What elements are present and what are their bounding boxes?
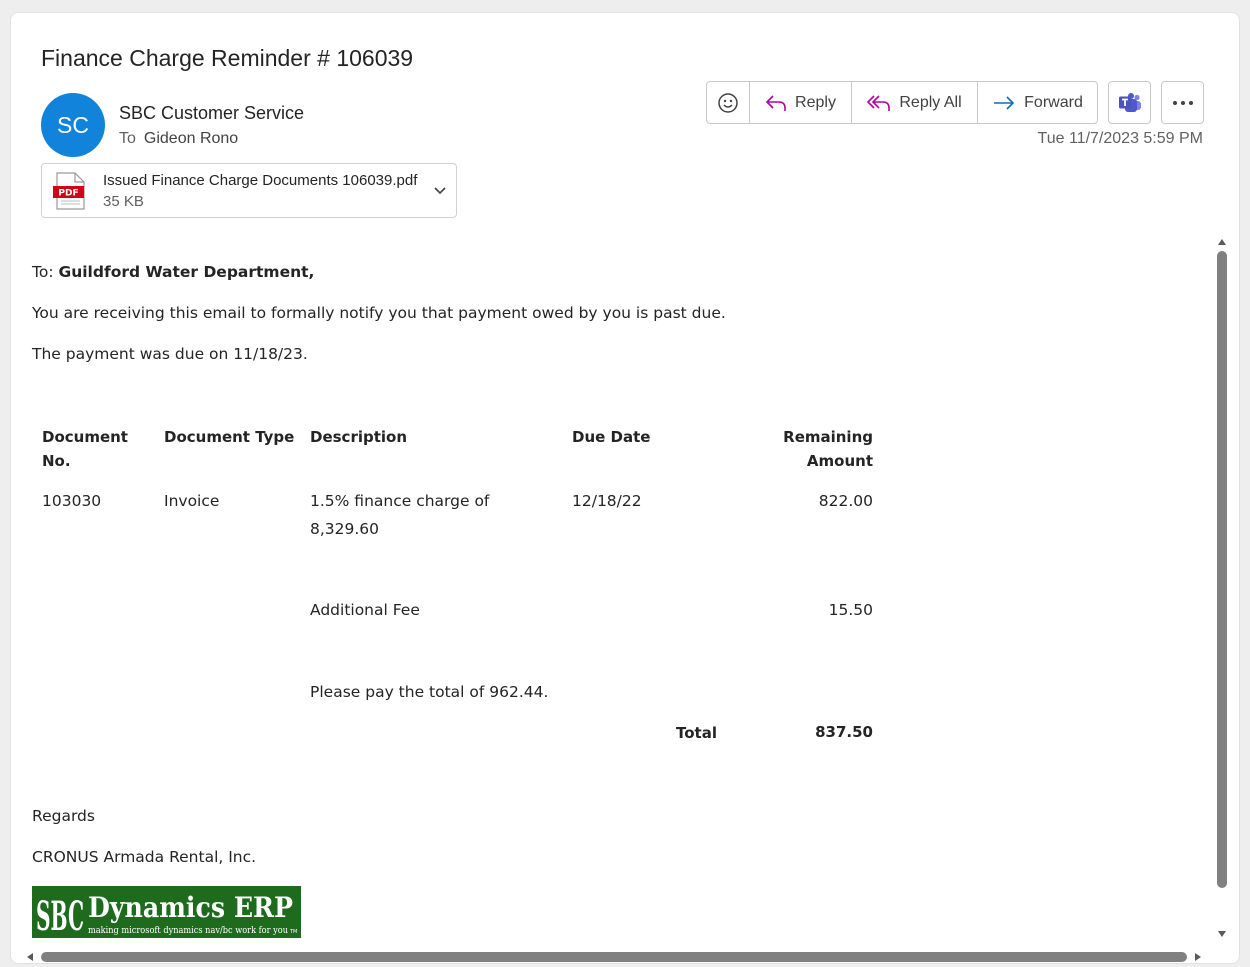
reply-all-label: Reply All (899, 93, 962, 111)
logo-tagline: making microsoft dynamics nav/bc work fo… (88, 926, 288, 936)
due-date-paragraph: The payment was due on 11/18/23. (32, 345, 308, 363)
email-subject: Finance Charge Reminder # 106039 (41, 45, 414, 71)
to-label: To (119, 130, 136, 147)
fee-description: Additional Fee (310, 601, 420, 619)
forward-button[interactable]: Forward (978, 82, 1097, 123)
cell-description: 1.5% finance charge of 8,329.60 (310, 487, 489, 543)
salutation: To: Guildford Water Department, (32, 263, 314, 281)
header-remaining-line1: Remaining (783, 428, 873, 446)
salutation-prefix: To: (32, 263, 59, 281)
notice-paragraph: You are receiving this email to formally… (32, 304, 726, 322)
reply-label: Reply (795, 93, 836, 111)
cell-document-no: 103030 (42, 492, 102, 510)
forward-label: Forward (1024, 93, 1083, 111)
sender-name[interactable]: SBC Customer Service (119, 103, 304, 124)
sender-avatar[interactable]: SC (41, 93, 105, 157)
attachment-file-size: 35 KB (103, 193, 144, 210)
forward-icon (994, 95, 1015, 110)
closing-regards: Regards (32, 807, 95, 825)
cell-remaining-amount: 822.00 (818, 492, 873, 510)
please-pay-line: Please pay the total of 962.44. (310, 683, 549, 701)
pdf-badge: PDF (58, 189, 78, 199)
logo-title: Dynamics ERP (88, 891, 293, 924)
reply-button[interactable]: Reply (750, 82, 852, 123)
vertical-scroll-thumb (1217, 251, 1227, 888)
header-remaining-amount: Remaining Amount (753, 425, 873, 473)
smiley-icon (718, 92, 738, 113)
scroll-left-arrow-icon (27, 953, 33, 961)
cell-document-type: Invoice (164, 492, 220, 510)
company-name: CRONUS Armada Rental, Inc. (32, 848, 257, 866)
reply-all-button[interactable]: Reply All (852, 82, 978, 123)
total-value: 837.50 (815, 723, 873, 741)
reaction-button[interactable] (707, 82, 750, 123)
logo-trademark: TM (289, 929, 297, 935)
scroll-up-arrow-icon (1218, 239, 1226, 245)
reply-all-icon (867, 94, 891, 111)
vertical-scrollbar[interactable] (1212, 231, 1232, 951)
recipient-name[interactable]: Gideon Rono (144, 130, 238, 147)
sbc-dynamics-erp-logo: SBC Dynamics ERP making microsoft dynami… (32, 886, 301, 938)
more-actions-button[interactable] (1161, 81, 1204, 124)
message-toolbar: Reply Reply All Forward (706, 81, 1098, 124)
email-reading-pane: Finance Charge Reminder # 106039 SC SBC … (10, 12, 1240, 964)
fee-amount: 15.50 (828, 601, 873, 619)
cell-description-line1: 1.5% finance charge of (310, 492, 490, 510)
teams-chat-button[interactable] (1108, 81, 1151, 124)
attachment-card[interactable]: PDF Issued Finance Charge Documents 1060… (41, 163, 457, 218)
scroll-down-arrow-icon (1218, 931, 1226, 937)
sent-timestamp: Tue 11/7/2023 5:59 PM (1037, 130, 1203, 147)
attachment-file-name: Issued Finance Charge Documents 106039.p… (103, 172, 418, 189)
teams-icon (1118, 92, 1141, 112)
email-body: To: Guildford Water Department, You are … (11, 231, 1209, 951)
header-document-no: Document No. (42, 425, 128, 473)
header-due-date: Due Date (572, 428, 651, 446)
recipient-line: To Gideon Rono (119, 130, 238, 148)
header-document-type: Document Type (164, 428, 295, 446)
chevron-down-icon[interactable] (432, 182, 448, 198)
cell-description-line2: 8,329.60 (310, 520, 380, 538)
avatar-initials: SC (57, 111, 89, 138)
logo-mark: SBC (36, 893, 84, 938)
scroll-right-arrow-icon (1195, 953, 1201, 961)
header-document-no-line2: No. (42, 452, 71, 470)
total-label: Total (676, 724, 717, 742)
cell-due-date: 12/18/22 (572, 492, 642, 510)
header-description: Description (310, 428, 408, 446)
reply-icon (765, 94, 786, 111)
header-remaining-line2: Amount (806, 452, 873, 470)
more-icon (1172, 100, 1193, 105)
header-document-no-line1: Document (42, 428, 128, 446)
salutation-name: Guildford Water Department, (58, 263, 315, 281)
horizontal-scroll-thumb (41, 952, 1187, 962)
horizontal-scrollbar[interactable] (19, 949, 1209, 964)
pdf-file-icon: PDF (53, 172, 85, 210)
